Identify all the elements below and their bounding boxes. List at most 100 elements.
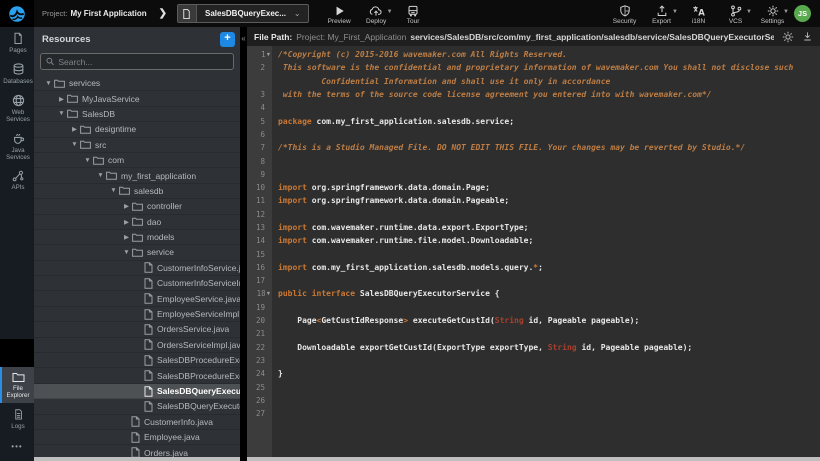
- caret-down-icon[interactable]: ▼: [672, 9, 678, 15]
- code-line-2[interactable]: 2 This software is the confidential and …: [247, 61, 820, 74]
- tree-folder-controller[interactable]: ▶controller: [34, 199, 240, 214]
- expanded-arrow-icon[interactable]: ▼: [57, 110, 66, 117]
- tree-folder-models[interactable]: ▶models: [34, 230, 240, 245]
- vcs-button[interactable]: ▼VCS: [719, 2, 752, 25]
- download-file-icon[interactable]: [802, 31, 813, 42]
- code-line-18[interactable]: 18▼public interface SalesDBQueryExecutor…: [247, 287, 820, 300]
- tree-file-SalesDBProcedureExecutorServiceImpl.java[interactable]: SalesDBProcedureExecutorServiceImpl.java: [34, 368, 240, 383]
- code-line-10[interactable]: 10import org.springframework.data.domain…: [247, 181, 820, 194]
- sidebar-item-pages[interactable]: Pages: [0, 27, 34, 58]
- caret-down-icon[interactable]: ▼: [746, 9, 752, 15]
- horizontal-scrollbar[interactable]: [25, 457, 820, 461]
- expanded-arrow-icon[interactable]: ▼: [83, 157, 92, 164]
- user-avatar[interactable]: JS: [794, 5, 811, 22]
- code-line-14[interactable]: 14import com.wavemaker.runtime.file.mode…: [247, 234, 820, 247]
- collapsed-arrow-icon[interactable]: ▶: [122, 233, 131, 241]
- code-line-15[interactable]: 15: [247, 247, 820, 260]
- tree-folder-MyJavaService[interactable]: ▶MyJavaService: [34, 91, 240, 106]
- tree-file-EmployeeServiceImpl.java[interactable]: EmployeeServiceImpl.java: [34, 307, 240, 322]
- tree-file-EmployeeService.java[interactable]: EmployeeService.java: [34, 291, 240, 306]
- sidebar-item-logs[interactable]: Logs: [0, 403, 34, 434]
- code-line-wrap[interactable]: Confidential Information and shall use i…: [247, 75, 820, 88]
- deploy-button[interactable]: ▼Deploy: [360, 2, 393, 25]
- tree-folder-designtime[interactable]: ▶designtime: [34, 122, 240, 137]
- code-line-19[interactable]: 19: [247, 301, 820, 314]
- tree-folder-src[interactable]: ▼src: [34, 138, 240, 153]
- tree-file-CustomerInfoService.java[interactable]: CustomerInfoService.java: [34, 261, 240, 276]
- code-editor[interactable]: 1▼/*Copyright (c) 2015-2016 wavemaker.co…: [247, 46, 820, 461]
- expanded-arrow-icon[interactable]: ▼: [96, 172, 105, 179]
- more-menu-button[interactable]: •••: [0, 434, 34, 461]
- expanded-arrow-icon[interactable]: ▼: [70, 141, 79, 148]
- sidebar-item-apis[interactable]: APIs: [0, 165, 34, 195]
- tree-file-SalesDBProcedureExecutorService.java[interactable]: SalesDBProcedureExecutorService.java: [34, 353, 240, 368]
- expanded-arrow-icon[interactable]: ▼: [44, 80, 53, 87]
- code-line-8[interactable]: 8: [247, 154, 820, 167]
- tree-folder-services[interactable]: ▼services: [34, 76, 240, 91]
- tree-folder-my_first_application[interactable]: ▼my_first_application: [34, 168, 240, 183]
- code-line-5[interactable]: 5package com.my_first_application.salesd…: [247, 114, 820, 127]
- chevron-down-icon[interactable]: ⌄: [294, 9, 308, 18]
- open-file-tab[interactable]: SalesDBQueryExec... ⌄: [177, 4, 309, 23]
- code-line-3[interactable]: 3 with the terms of the source code lice…: [247, 88, 820, 101]
- code-line-12[interactable]: 12: [247, 208, 820, 221]
- code-line-24[interactable]: 24}: [247, 367, 820, 380]
- file-icon: [144, 401, 153, 412]
- search-input[interactable]: [58, 57, 228, 67]
- sidebar-item-java-services[interactable]: Java Services: [0, 127, 34, 165]
- code-line-16[interactable]: 16import com.my_first_application.salesd…: [247, 261, 820, 274]
- expanded-arrow-icon[interactable]: ▼: [122, 249, 131, 256]
- fold-toggle-icon[interactable]: ▼: [267, 52, 270, 58]
- collapsed-arrow-icon[interactable]: ▶: [57, 95, 66, 103]
- i18n-button[interactable]: Ai18N: [682, 2, 715, 25]
- tree-file-SalesDBQueryExecutorServiceImpl.java[interactable]: SalesDBQueryExecutorServiceImpl.java: [34, 399, 240, 414]
- code-line-13[interactable]: 13import com.wavemaker.runtime.data.expo…: [247, 221, 820, 234]
- collapse-panel-icon[interactable]: «: [239, 34, 248, 43]
- expanded-arrow-icon[interactable]: ▼: [109, 187, 118, 194]
- panel-resize-divider[interactable]: «: [240, 27, 247, 461]
- tour-button[interactable]: Tour: [397, 2, 430, 25]
- tree-file-OrdersServiceImpl.java[interactable]: OrdersServiceImpl.java: [34, 338, 240, 353]
- code-line-6[interactable]: 6: [247, 128, 820, 141]
- tree-file-OrdersService.java[interactable]: OrdersService.java: [34, 322, 240, 337]
- caret-down-icon[interactable]: ▼: [783, 9, 789, 15]
- wavemaker-logo[interactable]: [0, 0, 34, 27]
- code-line-17[interactable]: 17: [247, 274, 820, 287]
- add-resource-button[interactable]: +: [220, 32, 235, 47]
- tree-file-CustomerInfo.java[interactable]: CustomerInfo.java: [34, 415, 240, 430]
- tree-folder-salesdb[interactable]: ▼salesdb: [34, 184, 240, 199]
- tree-folder-dao[interactable]: ▶dao: [34, 215, 240, 230]
- tree-folder-com[interactable]: ▼com: [34, 153, 240, 168]
- code-text: import org.springframework.data.domain.P…: [272, 183, 490, 192]
- tree-folder-service[interactable]: ▼service: [34, 245, 240, 260]
- code-line-25[interactable]: 25: [247, 380, 820, 393]
- code-line-11[interactable]: 11import org.springframework.data.domain…: [247, 194, 820, 207]
- code-line-4[interactable]: 4: [247, 101, 820, 114]
- tree-file-SalesDBQueryExecutorService.java[interactable]: SalesDBQueryExecutorService.java: [34, 384, 240, 399]
- caret-down-icon[interactable]: ▼: [387, 9, 393, 15]
- code-line-21[interactable]: 21: [247, 327, 820, 340]
- tree-folder-SalesDB[interactable]: ▼SalesDB: [34, 107, 240, 122]
- code-line-23[interactable]: 23: [247, 354, 820, 367]
- code-line-7[interactable]: 7/*This is a Studio Managed File. DO NOT…: [247, 141, 820, 154]
- fold-toggle-icon[interactable]: ▼: [267, 291, 270, 297]
- collapsed-arrow-icon[interactable]: ▶: [122, 218, 131, 226]
- sidebar-item-databases[interactable]: Databases: [0, 58, 34, 89]
- code-line-9[interactable]: 9: [247, 168, 820, 181]
- sidebar-item-web-services[interactable]: Web Services: [0, 89, 34, 127]
- tree-file-Employee.java[interactable]: Employee.java: [34, 430, 240, 445]
- code-line-1[interactable]: 1▼/*Copyright (c) 2015-2016 wavemaker.co…: [247, 48, 820, 61]
- collapsed-arrow-icon[interactable]: ▶: [70, 125, 79, 133]
- settings-button[interactable]: ▼Settings: [756, 2, 789, 25]
- export-button[interactable]: ▼Export: [645, 2, 678, 25]
- code-line-22[interactable]: 22 Downloadable exportGetCustId(ExportTy…: [247, 341, 820, 354]
- editor-settings-gear-icon[interactable]: [782, 31, 794, 43]
- code-line-20[interactable]: 20 Page<GetCustIdResponse> executeGetCus…: [247, 314, 820, 327]
- sidebar-item-file-explorer[interactable]: File Explorer: [0, 367, 34, 403]
- code-line-26[interactable]: 26: [247, 394, 820, 407]
- collapsed-arrow-icon[interactable]: ▶: [122, 202, 131, 210]
- tree-file-CustomerInfoServiceImpl.java[interactable]: CustomerInfoServiceImpl.java: [34, 276, 240, 291]
- preview-button[interactable]: Preview: [323, 2, 356, 25]
- code-line-27[interactable]: 27: [247, 407, 820, 420]
- security-button[interactable]: Security: [608, 2, 641, 25]
